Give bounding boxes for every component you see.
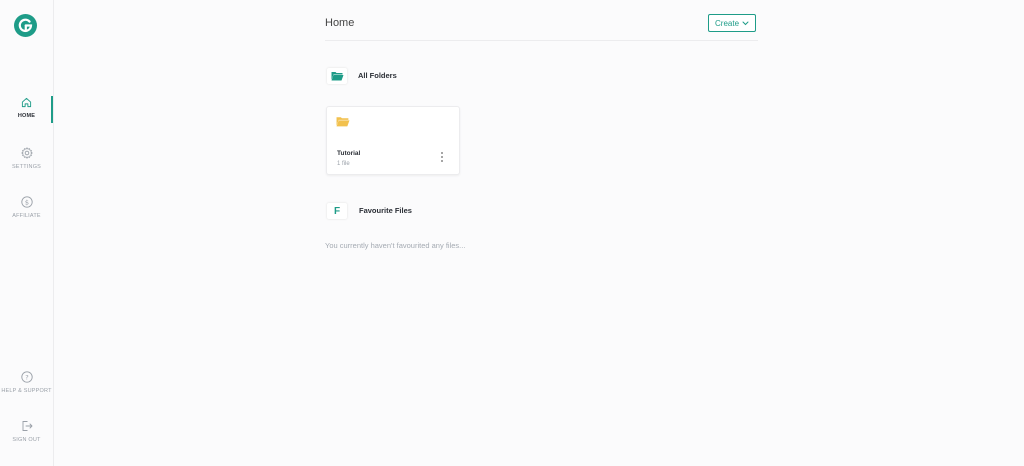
sidebar-item-help-support[interactable]: ? HELP & SUPPORT [0,371,53,394]
sidebar-item-settings[interactable]: SETTINGS [0,147,53,170]
gear-icon [20,147,33,159]
folder-file-count: 1 file [337,161,350,167]
question-circle-icon: ? [20,371,33,383]
empty-state-message: You currently haven't favourited any fil… [325,241,466,250]
sidebar-item-label: HELP & SUPPORT [1,388,52,394]
favourite-files-section-icon: F [327,203,347,219]
sidebar-item-label: AFFILIATE [12,213,41,219]
sidebar-item-label: SETTINGS [11,164,42,170]
logo-g-icon [18,18,33,33]
svg-text:$: $ [24,198,28,206]
all-folders-title: All Folders [358,71,397,80]
brand-logo[interactable] [14,14,37,37]
page-title: Home [325,17,355,29]
folder-name: Tutorial [337,150,361,157]
chevron-down-icon [742,21,749,25]
svg-text:?: ? [25,373,28,381]
all-folders-section-icon [327,68,347,84]
header-divider [325,40,758,41]
folder-open-icon [331,72,343,81]
more-options-icon[interactable] [438,151,446,163]
sidebar-item-label: HOME [17,113,36,119]
sidebar-item-affiliate[interactable]: $ AFFILIATE [0,196,53,219]
sidebar-item-home[interactable]: HOME [0,97,53,119]
favourite-files-title: Favourite Files [359,206,412,215]
dollar-circle-icon: $ [20,196,33,208]
folder-card[interactable]: Tutorial 1 file [326,106,460,175]
create-button[interactable]: Create [708,14,756,32]
folder-icon [336,117,350,127]
sign-out-icon [22,421,32,431]
active-indicator [51,96,53,123]
sidebar-item-sign-out[interactable]: SIGN OUT [0,420,53,443]
create-button-label: Create [715,18,740,28]
sidebar-item-label: SIGN OUT [12,437,41,443]
favourites-letter-icon: F [333,205,341,217]
home-icon [21,97,32,108]
sidebar: HOME SETTINGS $ AFFILIATE ? HELP & SUPPO… [0,0,54,466]
